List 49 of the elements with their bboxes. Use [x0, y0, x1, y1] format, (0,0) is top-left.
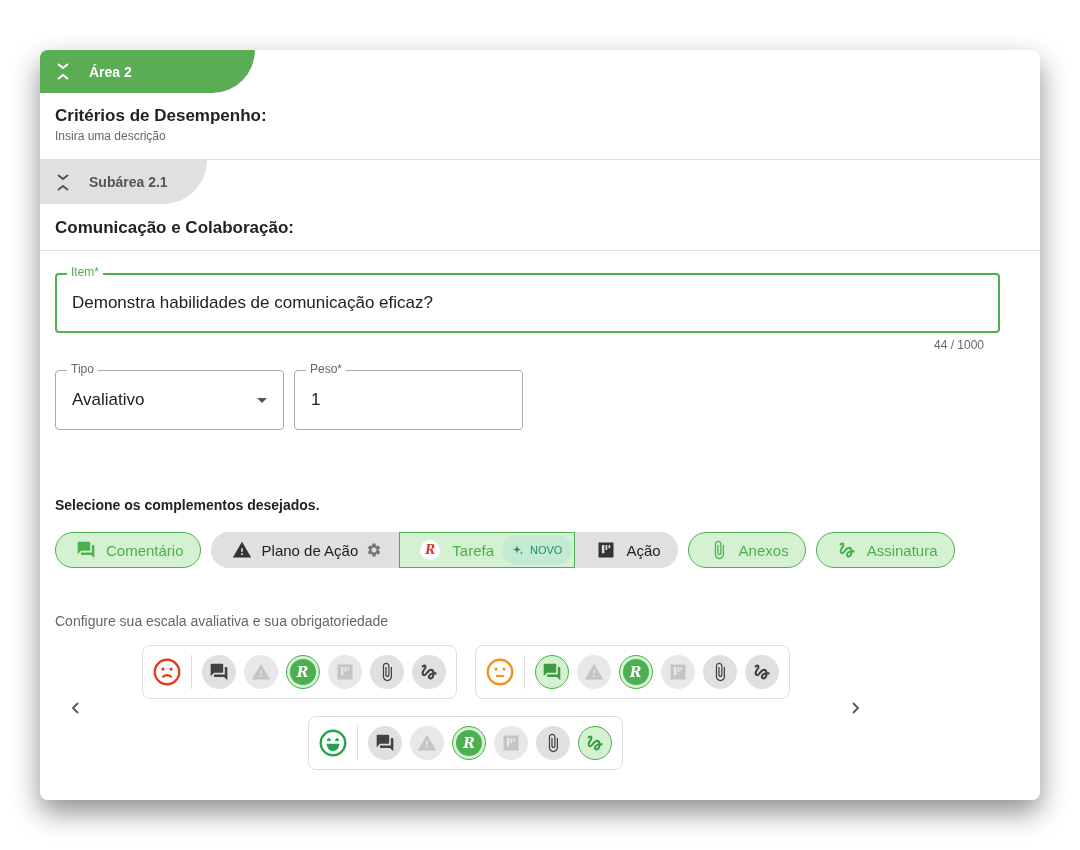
signature-icon	[585, 733, 605, 753]
warning-icon	[250, 662, 271, 682]
scale-option-toggle[interactable]	[368, 726, 402, 760]
subarea-title: Subárea 2.1	[89, 174, 168, 190]
logo-icon: R	[420, 540, 441, 560]
complement-toggle[interactable]: R Tarefa NOVO	[399, 532, 576, 568]
complement-toggle[interactable]: Assinatura	[815, 532, 955, 568]
complement-toggle[interactable]: Ação	[575, 532, 678, 568]
chevron-left-icon[interactable]	[71, 701, 79, 714]
chat-icon	[76, 540, 96, 560]
scale-hint: Configure sua escala avaliativa e sua obrigatoriedade	[55, 613, 390, 629]
field-value: Avaliativo	[72, 390, 145, 410]
field-value: 1	[311, 390, 321, 410]
area-header[interactable]: Área 2	[40, 50, 255, 93]
scale-option-toggle[interactable]	[744, 655, 779, 689]
chat-icon	[375, 733, 395, 753]
chat-icon	[208, 662, 229, 682]
section-title: Selecione os complementos desejados.	[55, 497, 321, 513]
settings-icon[interactable]	[366, 542, 383, 558]
warning-icon	[417, 733, 437, 753]
complement-toggle[interactable]: Comentário	[55, 532, 201, 568]
collapse-icon	[57, 63, 69, 80]
chat-icon	[541, 662, 562, 682]
board-icon	[501, 733, 521, 753]
scale-option-toggle[interactable]	[534, 655, 569, 689]
warning-icon	[583, 662, 604, 682]
field-value: Demonstra habilidades de comunicação eficaz?	[72, 293, 433, 313]
sparkle-icon	[512, 544, 524, 556]
scale-option-toggle[interactable]	[201, 655, 236, 689]
caret-icon	[257, 398, 267, 403]
area-title: Área 2	[89, 63, 132, 80]
subarea-heading: Comunicação e Colaboração:	[55, 218, 295, 238]
collapse-icon	[57, 173, 69, 191]
field-label: Tipo	[67, 362, 98, 377]
area-heading: Critérios de Desempenho:	[55, 106, 268, 126]
scale-option-toggle[interactable]	[578, 726, 612, 760]
scale-option-toggle[interactable]	[369, 655, 404, 689]
scale-option-toggle[interactable]	[411, 655, 446, 689]
scale-option-toggle[interactable]	[702, 655, 737, 689]
complement-toggle[interactable]: Plano de Ação	[210, 532, 400, 568]
badge-text: NOVO	[530, 544, 563, 556]
board-icon	[596, 540, 617, 560]
complement-toggle[interactable]: Anexos	[687, 532, 806, 568]
chevron-right-icon[interactable]	[852, 701, 860, 714]
character-counter: 44 / 1000	[932, 338, 985, 352]
scale-option-toggle[interactable]	[536, 726, 570, 760]
subarea-header[interactable]: Subárea 2.1	[40, 160, 207, 204]
warning-icon	[231, 540, 252, 560]
area-description: Insira uma descrição	[55, 129, 167, 143]
